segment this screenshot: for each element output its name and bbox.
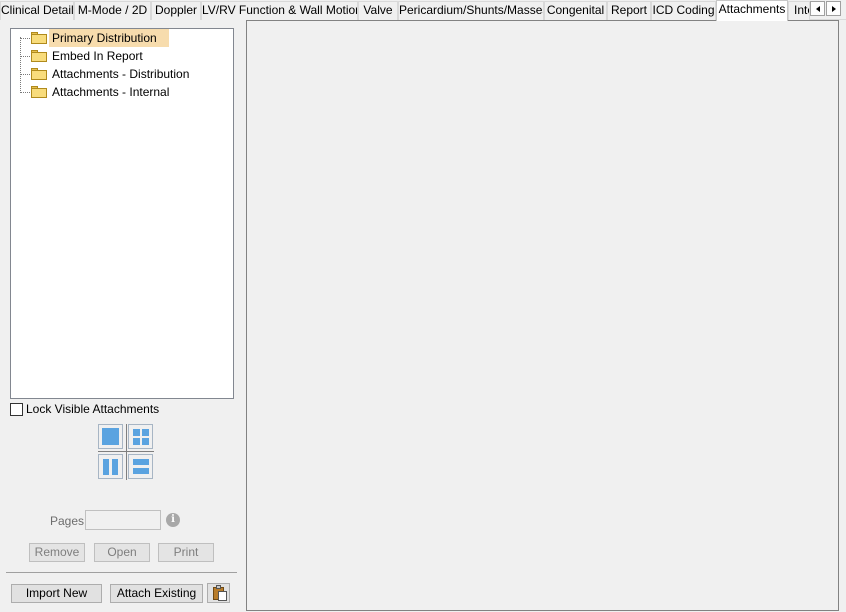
- tab-scroll-left-button[interactable]: [810, 1, 825, 16]
- tab-valve[interactable]: Valve: [358, 1, 398, 20]
- layout-divider: [126, 424, 127, 480]
- folder-icon: [31, 68, 47, 80]
- info-icon[interactable]: i: [166, 513, 180, 527]
- pages-label: Pages: [50, 514, 85, 528]
- attach-existing-button[interactable]: Attach Existing: [110, 584, 203, 603]
- layout-divider: [98, 451, 154, 452]
- tree-item-label: Attachments - Distribution: [52, 67, 190, 81]
- tab-clinical-detail[interactable]: Clinical Detail: [0, 1, 74, 20]
- tab-attachments[interactable]: Attachments: [716, 0, 788, 21]
- tab-inte[interactable]: Inte: [788, 1, 810, 20]
- tab-scroll-right-button[interactable]: [826, 1, 841, 16]
- arrow-right-icon: [831, 5, 836, 12]
- folder-icon: [31, 32, 47, 44]
- print-button[interactable]: Print: [158, 543, 214, 562]
- attachment-preview-pane[interactable]: [246, 20, 839, 611]
- vertical-split-button[interactable]: [98, 454, 123, 479]
- tab-report[interactable]: Report: [607, 1, 651, 20]
- folder-icon: [31, 50, 47, 62]
- tree-item-label: Primary Distribution: [49, 29, 169, 47]
- tab-congenital[interactable]: Congenital: [544, 1, 607, 20]
- lock-visible-attachments-checkbox[interactable]: [10, 403, 23, 416]
- pages-field[interactable]: [85, 510, 161, 530]
- tree-connector: [20, 37, 21, 93]
- tab-m-mode-2d[interactable]: M-Mode / 2D: [74, 1, 151, 20]
- single-view-button[interactable]: [98, 424, 123, 449]
- arrow-left-icon: [815, 5, 820, 12]
- paste-from-clipboard-button[interactable]: [207, 583, 230, 603]
- tab-icd-coding[interactable]: ICD Coding: [651, 1, 716, 20]
- grid-view-button[interactable]: [128, 424, 153, 449]
- tab-doppler[interactable]: Doppler: [151, 1, 201, 20]
- tab-lv-rv-function[interactable]: LV/RV Function & Wall Motion: [201, 1, 358, 20]
- import-new-button[interactable]: Import New: [11, 584, 102, 603]
- separator: [6, 572, 237, 573]
- tab-strip: Clinical Detail M-Mode / 2D Doppler LV/R…: [0, 0, 846, 21]
- open-button[interactable]: Open: [94, 543, 150, 562]
- attachment-folder-tree[interactable]: Primary Distribution Embed In Report Att…: [10, 28, 234, 399]
- tree-item-label: Embed In Report: [52, 49, 143, 63]
- tab-pericardium[interactable]: Pericardium/Shunts/Masses: [398, 1, 544, 20]
- remove-button[interactable]: Remove: [29, 543, 85, 562]
- tree-item-label: Attachments - Internal: [52, 85, 170, 99]
- lock-visible-attachments-label[interactable]: Lock Visible Attachments: [26, 402, 159, 417]
- horizontal-split-button[interactable]: [128, 454, 153, 479]
- folder-icon: [31, 86, 47, 98]
